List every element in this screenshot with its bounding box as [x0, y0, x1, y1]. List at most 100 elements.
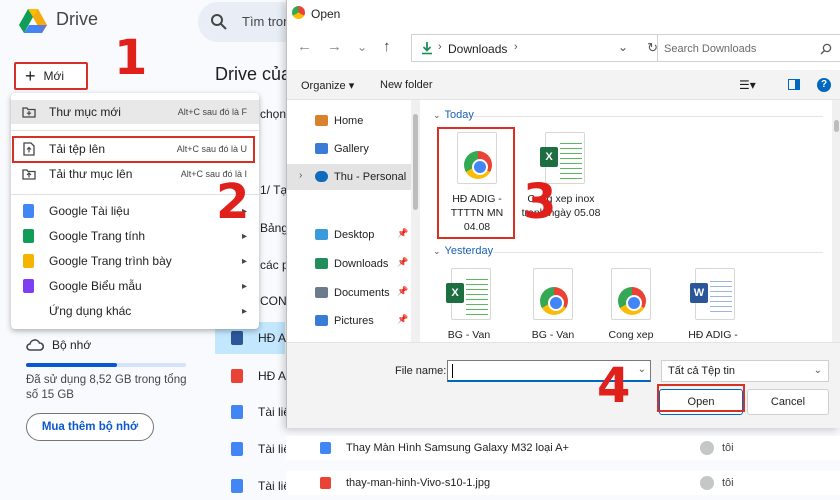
pin-icon: 📌	[397, 257, 409, 267]
organize-menu[interactable]: Organize ▾	[301, 79, 354, 92]
chevron-down-icon[interactable]: ⌄	[618, 40, 628, 54]
open-file-dialog: Open ← → ⌄ ↑ › Downloads › ⌄ ↻ Search Do…	[286, 0, 840, 428]
google-drive-logo-icon	[19, 9, 47, 33]
chevron-down-icon[interactable]: ⌄	[357, 40, 367, 54]
file-name: HĐ ADIG -	[688, 329, 738, 341]
new-button[interactable]: + Mới	[14, 62, 88, 90]
step-4-annotation: 4	[597, 358, 631, 414]
avatar	[700, 476, 714, 490]
word-file-icon: W	[690, 268, 735, 320]
group-label: Today	[444, 109, 474, 121]
chevron-down-icon: ⌄	[813, 365, 822, 376]
word-file-icon	[231, 331, 243, 345]
dialog-footer: File name: ⌄ Tất cả Tệp tin ⌄ Open Cance…	[287, 342, 840, 428]
nav-item-onedrive[interactable]: › Thu - Personal	[287, 164, 411, 190]
list-item-partial: CONT	[260, 294, 286, 308]
nav-item-label: Thu - Personal	[334, 171, 407, 183]
google-forms-icon	[23, 279, 34, 293]
forward-arrow-icon[interactable]: →	[327, 38, 342, 55]
cancel-button[interactable]: Cancel	[747, 389, 829, 415]
breadcrumb-separator-icon: ›	[438, 41, 442, 53]
doc-file-icon	[320, 442, 331, 454]
chevron-right-icon: ▸	[241, 280, 247, 292]
chevron-right-icon: ▸	[241, 305, 247, 317]
menu-item-new-folder[interactable]: Thư mục mới Alt+C sau đó là F	[11, 100, 259, 124]
pdf-file-icon	[231, 369, 243, 383]
list-item-partial: Bảng	[260, 221, 286, 235]
file-name: thay-man-hinh-Vivo-s10-1.jpg	[346, 477, 491, 489]
google-docs-icon	[23, 204, 34, 218]
menu-item-google-forms[interactable]: Google Biểu mẫu ▸	[11, 274, 259, 298]
chevron-right-icon: ▸	[241, 230, 247, 242]
nav-item-desktop[interactable]: Desktop 📌	[287, 222, 411, 248]
avatar	[700, 441, 714, 455]
menu-item-google-slides[interactable]: Google Trang trình bày ▸	[11, 249, 259, 273]
help-icon[interactable]: ?	[817, 78, 831, 92]
step-3-annotation: 3	[523, 174, 557, 230]
breadcrumb: Downloads	[448, 42, 508, 56]
file-name: Cong xep	[608, 329, 654, 341]
doc-lines-icon	[710, 277, 732, 313]
buy-storage-button[interactable]: Mua thêm bộ nhớ	[26, 413, 154, 441]
new-folder-button[interactable]: New folder	[380, 79, 433, 91]
table-row[interactable]: Thay Màn Hình Samsung Galaxy M32 loại A+…	[286, 436, 840, 460]
nav-item-home[interactable]: Home	[287, 108, 411, 134]
search-icon	[211, 14, 227, 30]
nav-item-gallery[interactable]: Gallery	[287, 136, 411, 162]
table-row[interactable]: Tài liệ	[215, 470, 290, 500]
dialog-title: Open	[311, 7, 341, 21]
file-name: HĐ A	[258, 331, 287, 345]
file-type-select[interactable]: Tất cả Tệp tin ⌄	[661, 360, 829, 382]
group-header-today[interactable]: ⌄ Today	[433, 109, 474, 121]
storage-progress-fill	[26, 363, 117, 367]
search-icon	[820, 43, 832, 55]
excel-badge-icon: X	[446, 283, 464, 303]
nav-item-label: Documents	[334, 287, 390, 299]
view-options-icon[interactable]: ☰▾	[739, 78, 756, 92]
up-arrow-icon[interactable]: ↑	[383, 38, 391, 55]
nav-item-documents[interactable]: Documents 📌	[287, 280, 411, 306]
chevron-down-icon: ⌄	[433, 246, 441, 256]
table-row[interactable]: Tài liệ	[215, 396, 290, 428]
excel-file-icon: X	[446, 268, 491, 320]
file-type-value: Tất cả Tệp tin	[668, 365, 736, 377]
google-slides-icon	[23, 254, 34, 268]
scrollbar-thumb[interactable]	[834, 120, 839, 132]
filter-chip-partial: chọn	[260, 107, 286, 121]
shortcut-hint: Alt+C sau đó là F	[177, 107, 247, 117]
nav-item-pictures[interactable]: Pictures 📌	[287, 308, 411, 334]
owner-name: tôi	[722, 477, 734, 489]
table-row[interactable]: Tài liệ	[215, 433, 290, 465]
chevron-down-icon: ⌄	[433, 110, 441, 120]
storage-progress-bar	[26, 363, 186, 367]
upload-folder-icon	[22, 169, 36, 180]
new-button-label: Mới	[43, 69, 65, 83]
back-arrow-icon[interactable]: ←	[297, 38, 312, 55]
file-item[interactable]: BG - Van	[513, 266, 593, 342]
google-sheets-icon	[23, 229, 34, 243]
storage-label[interactable]: Bộ nhớ	[52, 338, 91, 352]
nav-item-label: Downloads	[334, 258, 389, 270]
chevron-right-icon: ▸	[241, 255, 247, 267]
search-downloads-input[interactable]: Search Downloads	[657, 34, 840, 62]
scrollbar-thumb[interactable]	[413, 114, 418, 210]
menu-item-more-apps[interactable]: Ứng dụng khác ▸	[11, 299, 259, 323]
file-item[interactable]: X BG - Van	[429, 266, 509, 342]
word-badge-icon: W	[690, 283, 708, 303]
plus-icon: +	[25, 66, 36, 86]
group-header-yesterday[interactable]: ⌄ Yesterday	[433, 245, 493, 257]
owner-name: tôi	[722, 442, 734, 454]
file-list-scrollbar[interactable]	[832, 100, 840, 342]
file-item[interactable]: Cong xep	[591, 266, 671, 342]
nav-item-downloads[interactable]: Downloads 📌	[287, 251, 411, 277]
file-item[interactable]: W HĐ ADIG -	[673, 266, 753, 342]
nav-pane-scrollbar[interactable]	[411, 100, 420, 342]
step-2-annotation: 2	[216, 174, 250, 230]
address-bar[interactable]: › Downloads › ⌄ ↻	[411, 34, 677, 62]
preview-pane-icon[interactable]	[788, 79, 800, 90]
group-divider	[473, 116, 823, 117]
chevron-down-icon[interactable]: ⌄	[638, 364, 646, 375]
table-row[interactable]: HĐ A	[215, 360, 286, 392]
navigation-pane: Home Gallery › Thu - Personal Desktop 📌 …	[287, 100, 411, 342]
table-row[interactable]: thay-man-hinh-Vivo-s10-1.jpg tôi	[286, 471, 840, 495]
